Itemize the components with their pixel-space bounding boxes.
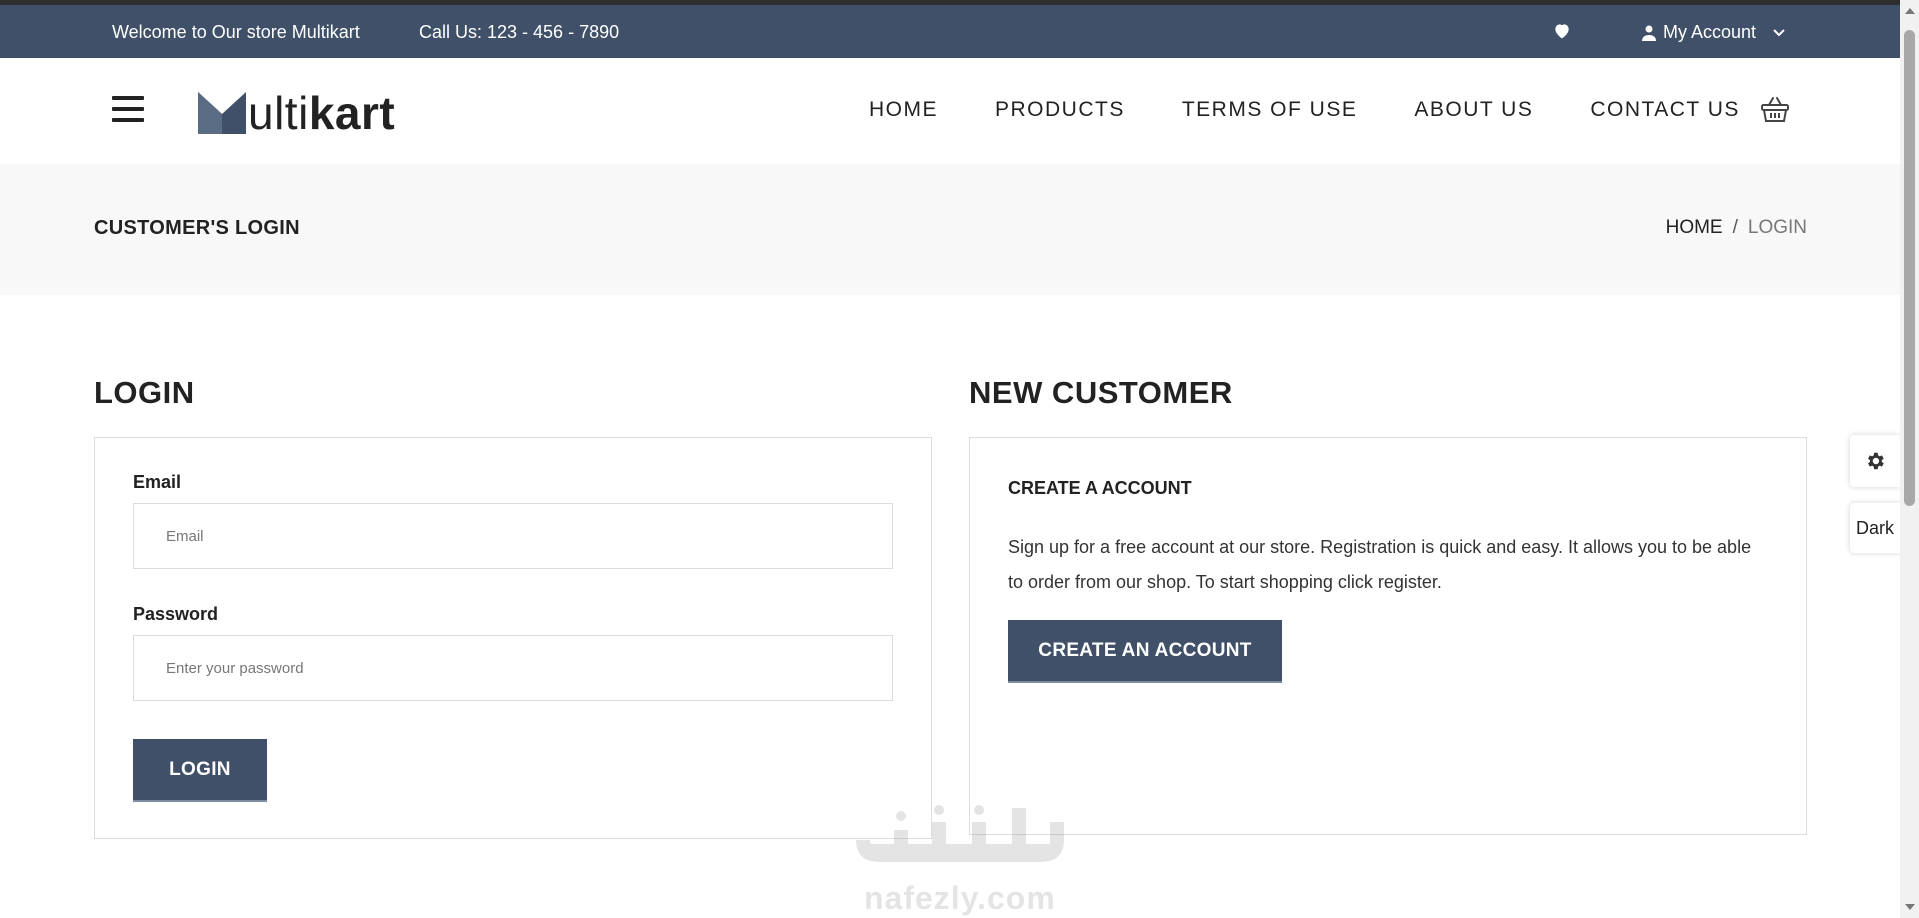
email-input[interactable] [133,503,893,569]
password-input[interactable] [133,635,893,701]
scroll-up-arrow-icon[interactable] [1905,8,1915,14]
login-form-box: Email Password LOGIN [94,437,932,839]
page-title: CUSTOMER'S LOGIN [94,217,300,239]
nav-products[interactable]: PRODUCTS [995,98,1125,122]
create-account-button[interactable]: CREATE AN ACCOUNT [1008,620,1282,683]
watermark-latin-text: nafezly.com [864,880,1056,916]
my-account-dropdown[interactable]: My Account [1642,22,1785,43]
nafezly-watermark: nafezly.com [850,800,1070,918]
logo-text: ultikart [248,87,396,139]
nav-home[interactable]: HOME [869,98,938,122]
nav-terms-of-use[interactable]: TERMS OF USE [1182,98,1358,122]
page-scrollbar[interactable] [1900,0,1919,918]
login-button[interactable]: LOGIN [133,739,267,802]
create-account-subheading: CREATE A ACCOUNT [1008,478,1192,498]
email-label: Email [133,472,182,492]
my-account-label: My Account [1663,22,1757,42]
multikart-logo[interactable]: ultikart [198,87,396,139]
nav-about-us[interactable]: ABOUT US [1414,98,1533,122]
wishlist-heart-icon[interactable] [1552,21,1572,41]
cart-basket-icon[interactable] [1760,94,1790,124]
login-heading: LOGIN [94,375,195,410]
breadcrumb-home-link[interactable]: HOME [1666,217,1723,238]
user-icon [1642,25,1656,41]
welcome-text: Welcome to Our store Multikart [112,22,360,42]
create-account-description: Sign up for a free account at our store.… [1008,537,1752,592]
settings-gear-icon[interactable] [1850,435,1900,487]
scroll-down-arrow-icon[interactable] [1905,904,1915,910]
call-us-text: Call Us: 123 - 456 - 7890 [419,22,620,42]
logo-m-icon [198,92,246,134]
breadcrumb-section: CUSTOMER'S LOGIN HOME / LOGIN [0,164,1900,295]
hamburger-menu-icon[interactable] [112,96,144,122]
top-bar: Welcome to Our store Multikart Call Us: … [0,0,1900,58]
password-label: Password [133,604,219,624]
breadcrumb: HOME / LOGIN [1666,217,1807,239]
watermark-arabic-logo [856,805,1064,862]
chevron-down-icon [1773,28,1785,37]
breadcrumb-current: LOGIN [1747,217,1807,238]
new-customer-box: CREATE A ACCOUNT Sign up for a free acco… [969,437,1807,835]
new-customer-heading: NEW CUSTOMER [969,375,1233,410]
dark-mode-toggle[interactable]: Dark [1850,503,1900,553]
main-nav: HOME PRODUCTS TERMS OF USE ABOUT US CONT… [869,98,1797,122]
nav-contact-us[interactable]: CONTACT US [1590,98,1740,122]
breadcrumb-separator: / [1732,217,1738,238]
scrollbar-thumb[interactable] [1904,30,1915,506]
main-header: ultikart HOME PRODUCTS TERMS OF USE ABOU… [0,58,1900,164]
